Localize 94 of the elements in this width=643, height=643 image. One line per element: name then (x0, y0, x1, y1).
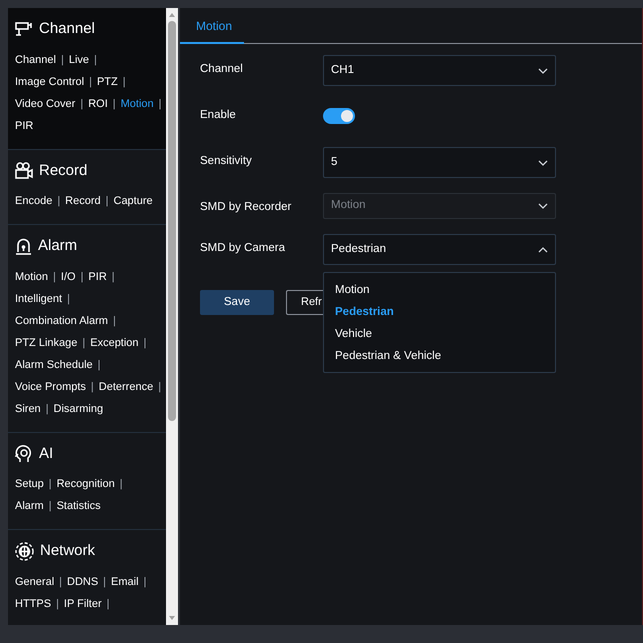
menu-link[interactable]: Video Cover (15, 92, 76, 114)
separator: | (112, 270, 115, 284)
section-title: Alarm (38, 236, 78, 256)
menu-link[interactable]: Live (68, 48, 90, 70)
dropdown-field[interactable]: Pedestrian (323, 234, 556, 265)
menu-link[interactable]: Motion (120, 92, 154, 114)
menu-link[interactable]: IP Filter (64, 592, 102, 614)
section-title: Channel (39, 19, 95, 39)
menu-link[interactable]: Deterrence (98, 376, 154, 398)
dropdown-option[interactable]: Pedestrian (335, 301, 394, 323)
menu-link[interactable]: HTTPS (15, 592, 52, 614)
separator: | (144, 336, 146, 350)
menu-link[interactable]: Email (111, 570, 139, 592)
separator: | (82, 336, 86, 350)
menu-link[interactable]: Setup (15, 473, 44, 495)
separator: | (48, 499, 52, 514)
dropdown-option[interactable]: Vehicle (335, 323, 372, 345)
separator: | (112, 96, 116, 112)
ai-head-icon (15, 444, 33, 463)
separator: | (80, 270, 84, 284)
chevron-down-icon (538, 160, 548, 166)
chevron-down-icon (538, 203, 548, 209)
menu-link[interactable]: PTZ Linkage (15, 332, 78, 354)
menu-link[interactable]: Disarming (54, 398, 104, 420)
field-label: SMD by Recorder (200, 200, 292, 215)
menu-link[interactable]: Statistics (56, 495, 101, 517)
field-label: Enable (200, 108, 237, 123)
globe-icon (15, 542, 34, 561)
menu-link[interactable]: Motion (15, 266, 48, 288)
video-camera-icon (15, 162, 33, 180)
menu-link[interactable]: PTZ (96, 70, 118, 92)
separator: | (120, 477, 123, 492)
separator: | (56, 596, 59, 612)
section-title: Network (40, 541, 96, 561)
separator: | (67, 292, 70, 306)
separator: | (144, 574, 146, 590)
field-label: Channel (200, 62, 244, 77)
menu-link[interactable]: Voice Prompts (15, 376, 86, 398)
scrollbar-thumb[interactable] (168, 21, 176, 421)
alarm-light-icon (15, 238, 32, 255)
separator: | (46, 402, 49, 416)
menu-link[interactable]: Intelligent (15, 288, 62, 310)
menu-link[interactable]: ROI (88, 92, 108, 114)
menu-link[interactable]: Channel (15, 48, 56, 70)
tab[interactable]: Motion (180, 8, 244, 44)
menu-link[interactable]: Combination Alarm (15, 310, 108, 332)
menu-link[interactable]: Record (65, 190, 101, 212)
separator: | (90, 380, 94, 394)
refresh-button[interactable]: Refr (286, 290, 324, 315)
separator: | (80, 96, 84, 112)
separator: | (57, 194, 60, 209)
menu-link[interactable]: General (15, 570, 54, 592)
section-title: Record (39, 160, 88, 180)
menu-link[interactable]: Image Control (15, 70, 84, 92)
separator: | (106, 596, 110, 612)
separator: | (94, 52, 97, 68)
menu-link[interactable]: DDNS (67, 570, 98, 592)
separator: | (98, 358, 101, 372)
scroll-up-icon[interactable] (168, 12, 176, 18)
menu-link[interactable]: Siren (15, 398, 41, 420)
scroll-down-icon[interactable] (168, 615, 176, 621)
dropdown-field[interactable]: CH1 (323, 55, 556, 86)
separator: | (59, 574, 62, 590)
separator: | (106, 194, 108, 209)
dropdown-option[interactable]: Pedestrian & Vehicle (335, 345, 442, 367)
scrollbar[interactable] (166, 8, 178, 625)
separator: | (158, 96, 162, 112)
chevron-down-icon (538, 68, 548, 74)
menu-link[interactable]: PIR (88, 266, 107, 288)
menu-link[interactable]: Encode (15, 190, 52, 212)
menu-link[interactable]: Alarm (15, 495, 44, 517)
separator: | (60, 52, 64, 68)
menu-link[interactable]: Capture (114, 190, 153, 212)
camera-icon (15, 21, 33, 38)
toggle-switch[interactable] (323, 108, 355, 124)
separator: | (53, 270, 56, 284)
field-label: SMD by Camera (200, 241, 286, 256)
separator: | (122, 74, 126, 90)
separator: | (112, 314, 116, 328)
dropdown-option[interactable]: Motion (335, 279, 370, 301)
dropdown-field[interactable]: 5 (323, 147, 556, 178)
section-title: AI (39, 444, 54, 464)
separator: | (89, 74, 92, 90)
separator: | (48, 477, 52, 492)
menu-link[interactable]: Exception (90, 332, 139, 354)
separator: | (158, 380, 162, 394)
menu-link[interactable]: PIR (15, 114, 34, 136)
menu-link[interactable]: Recognition (56, 473, 115, 495)
save-button[interactable]: Save (200, 290, 274, 315)
chevron-up-icon (538, 246, 548, 252)
menu-link[interactable]: I/O (60, 266, 76, 288)
menu-link[interactable]: Alarm Schedule (15, 354, 93, 376)
separator: | (103, 574, 106, 590)
field-label: Sensitivity (200, 154, 253, 169)
